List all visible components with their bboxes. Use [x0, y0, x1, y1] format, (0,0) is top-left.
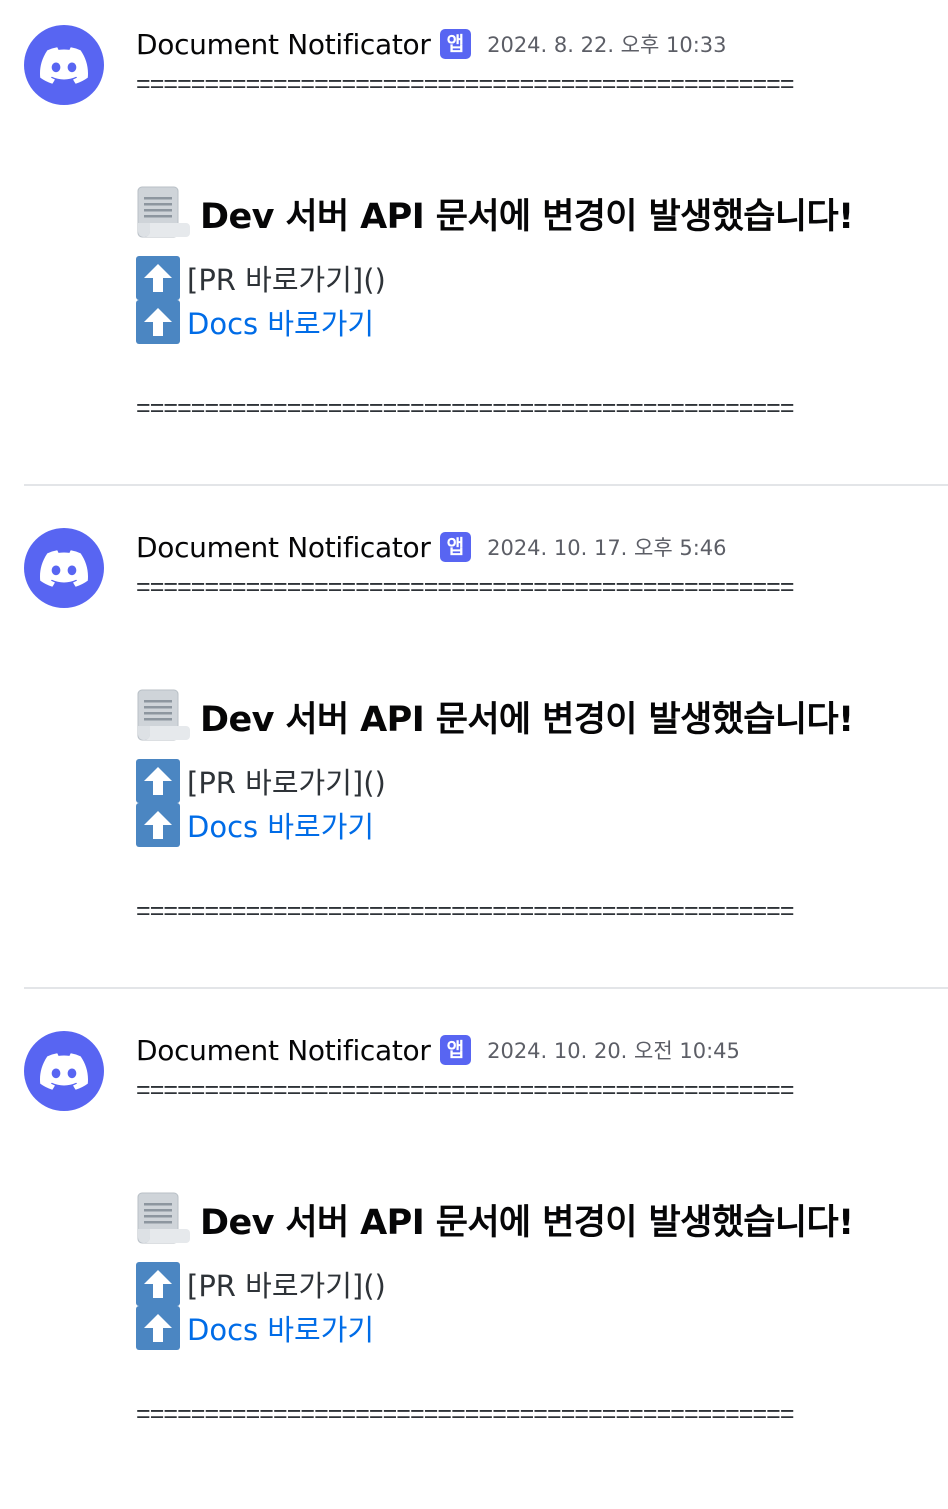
discord-logo-icon: [40, 1053, 88, 1090]
up-arrow-icon: [136, 300, 180, 344]
docs-link-row: Docs 바로가기: [136, 300, 374, 344]
avatar[interactable]: [24, 25, 104, 105]
heading-text: Dev 서버 API 문서에 변경이 발생했습니다!: [200, 699, 854, 740]
divider-line-bottom: ========================================…: [136, 1400, 794, 1428]
divider-line-bottom: ========================================…: [136, 394, 794, 422]
pr-link-row: [PR 바로가기](): [136, 1262, 386, 1306]
timestamp[interactable]: 2024. 10. 20. 오전 10:45: [487, 1035, 740, 1065]
app-badge: 앱: [439, 29, 472, 59]
docs-link-row: Docs 바로가기: [136, 1306, 374, 1350]
up-arrow-icon: [136, 803, 180, 847]
message-separator: [24, 484, 948, 486]
author-name[interactable]: Document Notificator: [136, 1034, 431, 1067]
docs-link-row: Docs 바로가기: [136, 803, 374, 847]
page-scroll-icon: [136, 688, 192, 744]
message-item: Document Notificator 앱 2024. 8. 22. 오후 1…: [0, 0, 948, 503]
message-item: Document Notificator 앱 2024. 10. 20. 오전 …: [0, 1006, 948, 1509]
up-arrow-icon: [136, 759, 180, 803]
heading-text: Dev 서버 API 문서에 변경이 발생했습니다!: [200, 196, 854, 237]
pr-link-row: [PR 바로가기](): [136, 256, 386, 300]
message-heading: Dev 서버 API 문서에 변경이 발생했습니다!: [136, 687, 854, 745]
docs-link[interactable]: Docs 바로가기: [187, 804, 374, 846]
pr-link-text: [PR 바로가기](): [187, 766, 386, 800]
avatar[interactable]: [24, 1031, 104, 1111]
docs-link[interactable]: Docs 바로가기: [187, 301, 374, 343]
app-badge: 앱: [439, 1035, 472, 1065]
message-feed: Document Notificator 앱 2024. 8. 22. 오후 1…: [0, 0, 948, 1438]
up-arrow-icon: [136, 256, 180, 300]
docs-link[interactable]: Docs 바로가기: [187, 1307, 374, 1349]
message-header: Document Notificator 앱 2024. 10. 17. 오후 …: [136, 527, 727, 567]
pr-link-row: [PR 바로가기](): [136, 759, 386, 803]
page-scroll-icon: [136, 1191, 192, 1247]
message-heading: Dev 서버 API 문서에 변경이 발생했습니다!: [136, 1190, 854, 1248]
discord-logo-icon: [40, 47, 88, 84]
discord-logo-icon: [40, 550, 88, 587]
message-heading: Dev 서버 API 문서에 변경이 발생했습니다!: [136, 184, 854, 242]
divider-line-bottom: ========================================…: [136, 897, 794, 925]
divider-line-top: ========================================…: [136, 573, 794, 601]
author-name[interactable]: Document Notificator: [136, 531, 431, 564]
pr-link-text: [PR 바로가기](): [187, 1269, 386, 1303]
pr-link-text: [PR 바로가기](): [187, 263, 386, 297]
app-badge: 앱: [439, 532, 472, 562]
page-scroll-icon: [136, 185, 192, 241]
divider-line-top: ========================================…: [136, 1076, 794, 1104]
avatar[interactable]: [24, 528, 104, 608]
message-header: Document Notificator 앱 2024. 8. 22. 오후 1…: [136, 24, 727, 64]
up-arrow-icon: [136, 1306, 180, 1350]
message-separator: [24, 987, 948, 989]
author-name[interactable]: Document Notificator: [136, 28, 431, 61]
heading-text: Dev 서버 API 문서에 변경이 발생했습니다!: [200, 1202, 854, 1243]
message-item: Document Notificator 앱 2024. 10. 17. 오후 …: [0, 503, 948, 1006]
message-header: Document Notificator 앱 2024. 10. 20. 오전 …: [136, 1030, 740, 1070]
timestamp[interactable]: 2024. 10. 17. 오후 5:46: [487, 532, 726, 562]
up-arrow-icon: [136, 1262, 180, 1306]
timestamp[interactable]: 2024. 8. 22. 오후 10:33: [487, 29, 726, 59]
divider-line-top: ========================================…: [136, 70, 794, 98]
